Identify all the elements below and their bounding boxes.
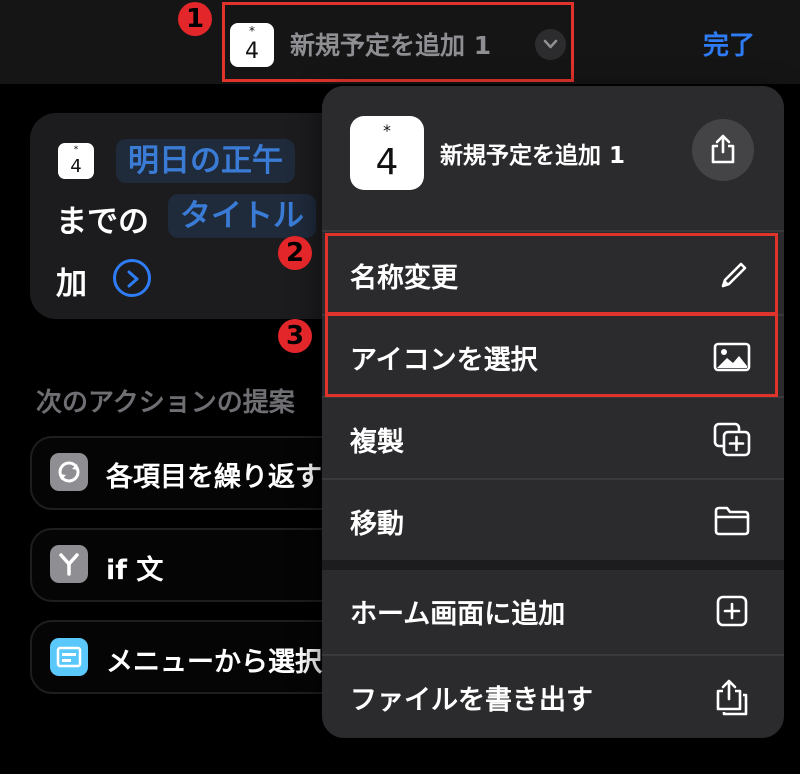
menu-calendar-icon-star: *	[383, 121, 391, 140]
folder-icon	[714, 506, 750, 536]
menu-icon	[50, 638, 88, 676]
chevron-right-icon	[127, 270, 139, 288]
menu-item-add-to-home[interactable]: ホーム画面に追加	[322, 570, 784, 650]
expand-action-button[interactable]	[113, 259, 151, 297]
suggestions-heading: 次のアクションの提案	[36, 388, 295, 418]
calendar-icon-star: *	[249, 24, 255, 38]
branch-icon	[50, 545, 88, 583]
menu-item-label: 移動	[350, 509, 404, 540]
context-menu: * 4 新規予定を追加 1 名称変更 アイコンを選択 複製 移動 ホーム画面に追…	[322, 86, 784, 738]
calendar-icon-number: 4	[245, 39, 259, 64]
add-square-icon	[716, 595, 748, 627]
step-marker-1: 1	[178, 2, 212, 36]
date-parameter-chip[interactable]: 明日の正午	[116, 139, 295, 183]
menu-header: * 4 新規予定を追加 1	[322, 86, 784, 230]
menu-item-duplicate[interactable]: 複製	[322, 398, 784, 478]
menu-item-move[interactable]: 移動	[322, 480, 784, 560]
highlight-box-rename	[325, 233, 778, 315]
calendar-icon: * 4	[230, 23, 274, 67]
action-calendar-icon: * 4	[58, 143, 94, 179]
suggestion-label: メニューから選択	[106, 647, 322, 678]
share-button[interactable]	[692, 119, 754, 181]
title-menu-button[interactable]	[535, 29, 566, 60]
share-icon	[711, 134, 735, 164]
action-text-until: までの	[56, 204, 149, 240]
repeat-icon	[50, 453, 88, 491]
action-calendar-icon-star: *	[73, 145, 79, 155]
step-marker-3: 3	[278, 319, 312, 353]
chevron-down-icon	[543, 39, 558, 49]
menu-calendar-icon-number: 4	[375, 142, 399, 183]
menu-calendar-icon: * 4	[350, 116, 424, 190]
highlight-box-choose-icon	[325, 313, 778, 397]
done-button[interactable]: 完了	[703, 25, 755, 62]
menu-item-export-file[interactable]: ファイルを書き出す	[322, 656, 784, 736]
menu-section-gap	[322, 560, 784, 570]
menu-title: 新規予定を追加 1	[440, 143, 626, 169]
suggestion-label: 各項目を繰り返す	[106, 462, 322, 493]
suggestion-label: if 文	[106, 555, 164, 586]
menu-item-label: ファイルを書き出す	[350, 685, 593, 716]
action-text-add: 加	[56, 266, 87, 302]
title-parameter-chip[interactable]: タイトル	[168, 194, 316, 238]
duplicate-icon	[713, 422, 751, 457]
action-calendar-icon-number: 4	[70, 156, 82, 177]
menu-item-label: ホーム画面に追加	[350, 599, 566, 630]
menu-divider	[322, 230, 784, 232]
export-icon	[716, 679, 748, 716]
menu-item-label: 複製	[350, 427, 404, 458]
shortcut-title[interactable]: 新規予定を追加 1	[290, 26, 491, 62]
step-marker-2: 2	[278, 236, 312, 270]
